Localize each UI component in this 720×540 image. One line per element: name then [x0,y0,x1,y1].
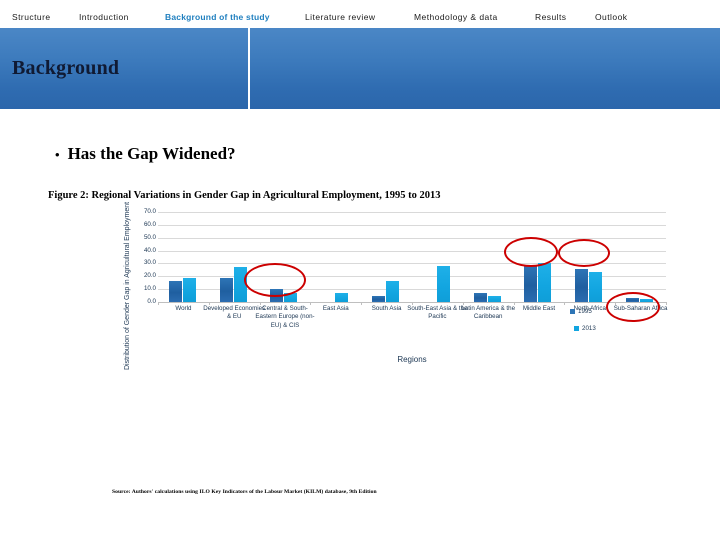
chart-bar-2013 [335,293,349,302]
chart-bar-2013 [182,277,196,302]
chart-y-tick-label: 70.0 [143,208,156,215]
chart-bar-group: North Africa [564,212,615,312]
nav-item-introduction[interactable]: Introduction [79,12,129,22]
chart-bar-group: World [158,212,209,312]
chart-y-tick-label: 0.0 [147,298,156,305]
source-note: Source: Authors' calculations using ILO … [112,489,377,495]
chart-y-tick-label: 50.0 [143,233,156,241]
chart-bar-group: East Asia [310,212,361,312]
chart-legend-item-2013: 2013 [574,325,596,332]
chart-bar-group: South Asia [361,212,412,312]
chart-bar-2013 [538,263,552,302]
chart-bar-1995 [168,281,182,302]
chart-bar-group: Middle East [513,212,565,312]
chart-bar-1995 [626,298,640,302]
chart-bar-group: Sub-Saharan Africa [614,212,667,312]
chart-bar-group: Latin America & the Caribbean [461,212,515,320]
top-navigation-bar: Structure Introduction Background of the… [0,0,720,28]
chart-bar-1995 [219,277,233,302]
chart-plot-area: World Developed Economies & EU Central & S… [158,212,667,329]
chart-legend-swatch-2013 [574,326,579,331]
chart-y-tick-label: 40.0 [143,246,156,254]
nav-item-structure[interactable]: Structure [12,12,51,22]
chart-y-tick-label: 20.0 [143,272,156,280]
chart-bar-2013 [640,299,654,302]
nav-item-results[interactable]: Results [535,12,567,22]
chart-bar-2013 [284,293,298,302]
nav-item-methodology-and-data[interactable]: Methodology & data [414,12,498,22]
chart-x-axis-title: Regions [397,355,427,364]
chart-bar-2013 [386,281,400,302]
chart-bar-2013 [233,267,247,302]
bar-chart: Distribution of Gender Gap in Agricultur… [112,140,682,375]
chart-bar-2013 [436,266,450,302]
chart-x-category-label: Sub-Saharan Africa [613,305,668,312]
chart-bar-1995 [270,289,284,302]
chart-bar-1995 [575,268,589,302]
chart-bar-group: Developed Economies & EU [203,212,265,320]
nav-item-literature-review[interactable]: Literature review [305,12,375,22]
bullet-marker-icon: • [55,147,60,162]
chart-bar-2013 [487,295,501,302]
nav-item-outlook[interactable]: Outlook [595,12,627,22]
chart-y-tick-label: 30.0 [143,259,156,267]
banner-divider [248,28,250,109]
chart-legend-label: 1995 [578,308,592,315]
chart-x-tickmark [666,302,667,305]
chart-bar-group: Central & South-Eastern Europe (non-EU) … [255,212,315,329]
nav-item-background-of-the-study[interactable]: Background of the study [165,12,270,22]
chart-legend-label: 2013 [582,325,596,332]
chart-y-tick-label: 10.0 [143,285,156,293]
chart-legend-swatch-1995 [570,309,575,314]
chart-bar-2013 [589,272,603,302]
chart-y-axis-ticks: 0.0 10.0 20.0 30.0 40.0 50.0 60.0 70.0 [112,208,156,305]
chart-y-tick-label: 60.0 [143,220,156,228]
chart-bar-1995 [473,293,487,302]
chart-bar-group: South-East Asia & the Pacific [407,212,468,320]
chart-legend-item-1995: 1995 [570,308,592,315]
page-title: Background [12,57,120,79]
chart-bar-1995 [524,264,538,302]
chart-bar-1995 [372,295,386,302]
